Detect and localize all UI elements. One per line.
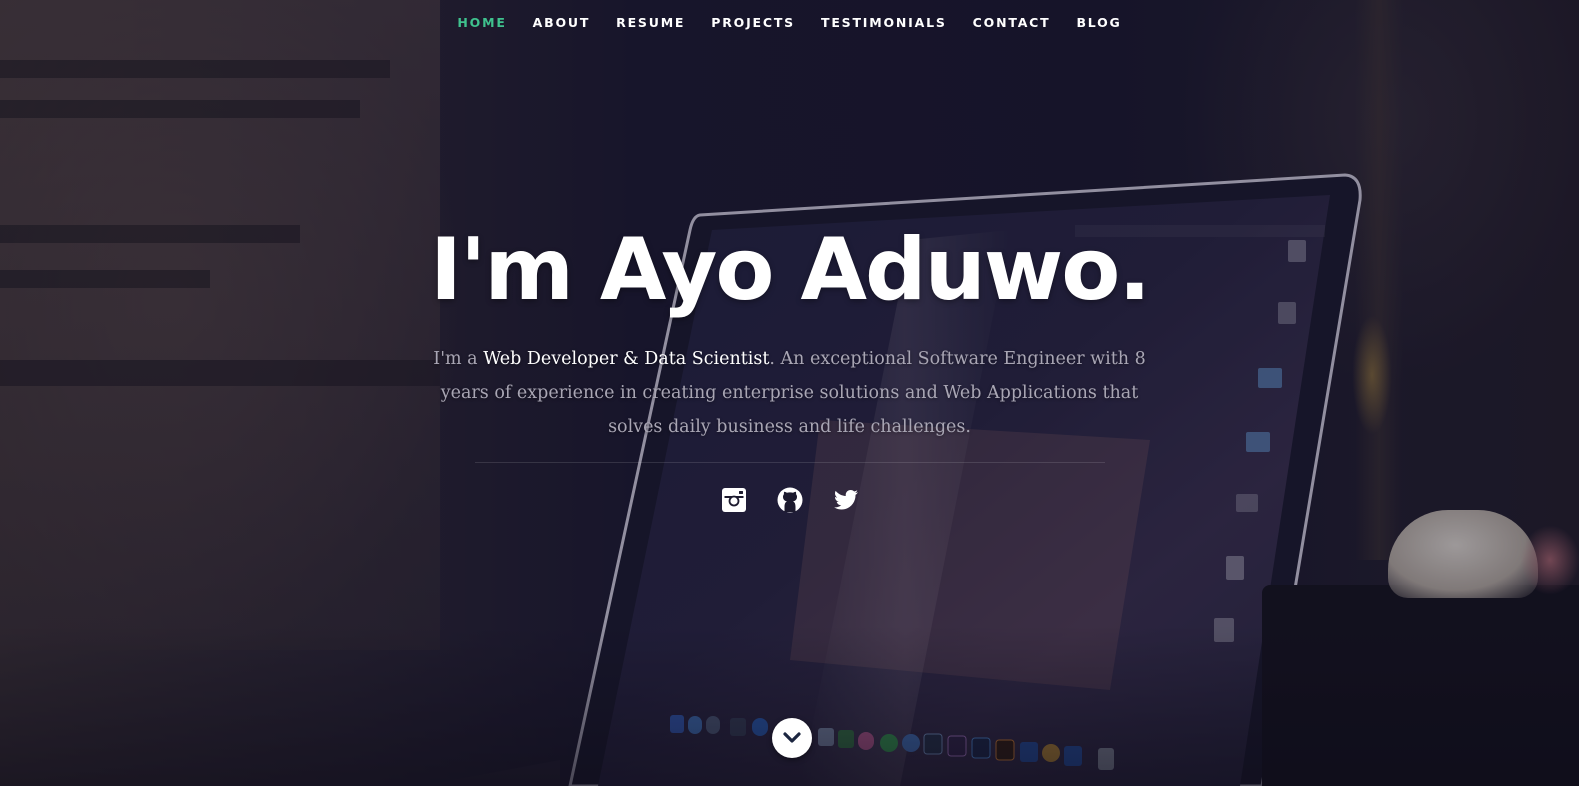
nav-item-projects[interactable]: PROJECTS: [711, 15, 795, 30]
social-links: [0, 487, 1579, 513]
hero-description-highlight: Web Developer & Data Scientist: [483, 349, 770, 369]
nav-item-about[interactable]: ABOUT: [533, 15, 591, 30]
nav-item-resume[interactable]: RESUME: [616, 15, 685, 30]
hero-title: I'm Ayo Aduwo.: [430, 220, 1151, 320]
hero-divider: [474, 462, 1105, 463]
nav-item-home[interactable]: HOME: [457, 15, 506, 30]
nav-item-contact[interactable]: CONTACT: [973, 15, 1051, 30]
chevron-down-icon: [783, 732, 801, 743]
instagram-icon[interactable]: [721, 487, 747, 513]
nav-list: HOME ABOUT RESUME PROJECTS TESTIMONIALS …: [444, 15, 1134, 30]
github-icon[interactable]: [777, 487, 803, 513]
twitter-icon[interactable]: [833, 487, 859, 513]
hero-description-prefix: I'm a: [433, 349, 484, 369]
main-nav: HOME ABOUT RESUME PROJECTS TESTIMONIALS …: [0, 0, 1579, 44]
nav-item-blog[interactable]: BLOG: [1076, 15, 1121, 30]
hero-description: I'm a Web Developer & Data Scientist. An…: [430, 342, 1150, 444]
hero-content: I'm Ayo Aduwo. I'm a Web Developer & Dat…: [0, 218, 1579, 513]
nav-item-testimonials[interactable]: TESTIMONIALS: [821, 15, 947, 30]
scroll-down-button[interactable]: [772, 718, 812, 758]
